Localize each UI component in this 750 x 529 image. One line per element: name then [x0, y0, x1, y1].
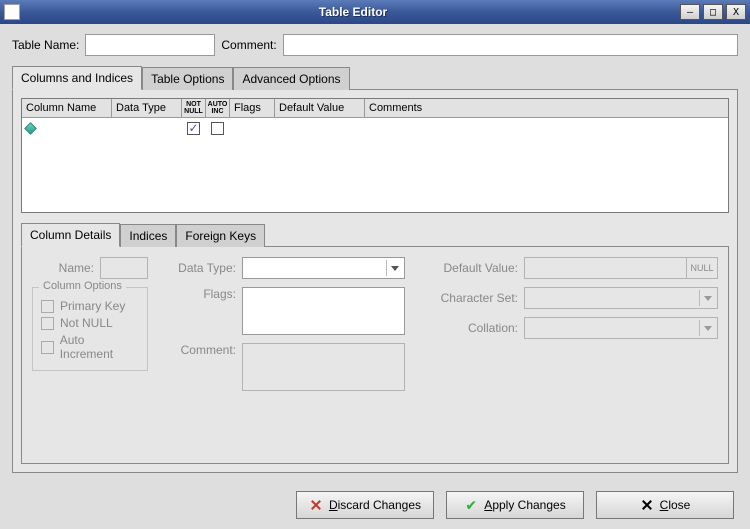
detail-datatype-combo[interactable] — [242, 257, 405, 279]
discard-changes-button[interactable]: Discard Changes — [296, 491, 434, 519]
table-row[interactable] — [22, 118, 728, 138]
comment-label: Comment: — [221, 38, 276, 52]
col-header-name[interactable]: Column Name — [22, 99, 112, 117]
app-icon — [4, 4, 20, 20]
detail-flags-label: Flags: — [166, 287, 236, 301]
sub-tabs: Column Details Indices Foreign Keys — [21, 223, 729, 247]
main-panel: Column Name Data Type NOTNULL AUTOINC Fl… — [12, 89, 738, 473]
detail-default-input — [524, 257, 687, 279]
col-header-comments[interactable]: Comments — [365, 99, 728, 117]
discard-mnemonic: D — [329, 498, 338, 512]
detail-collation-label: Collation: — [423, 321, 518, 335]
tab-table-options[interactable]: Table Options — [142, 67, 233, 90]
detail-datatype-label: Data Type: — [166, 261, 236, 275]
primary-key-label: Primary Key — [60, 299, 125, 313]
tab-column-details[interactable]: Column Details — [21, 223, 120, 247]
chevron-down-icon — [699, 290, 715, 306]
new-row-icon — [24, 122, 37, 135]
tab-indices[interactable]: Indices — [120, 224, 176, 247]
apply-changes-button[interactable]: ✔ Apply Changes — [446, 491, 584, 519]
not-null-checkbox — [41, 317, 54, 330]
col-header-autoinc[interactable]: AUTOINC — [206, 99, 230, 117]
table-comment-input[interactable] — [283, 34, 738, 56]
table-name-label: Table Name: — [12, 38, 79, 52]
col-header-notnull[interactable]: NOTNULL — [182, 99, 206, 117]
title-bar: Table Editor – □ X — [0, 0, 750, 24]
detail-charset-combo — [524, 287, 718, 309]
tab-advanced-options[interactable]: Advanced Options — [233, 67, 349, 90]
col-header-datatype[interactable]: Data Type — [112, 99, 182, 117]
window-title: Table Editor — [26, 5, 680, 19]
chevron-down-icon — [386, 260, 402, 276]
primary-key-checkbox — [41, 300, 54, 313]
detail-comment-box — [242, 343, 405, 391]
null-button: NULL — [686, 257, 718, 279]
detail-collation-combo — [524, 317, 718, 339]
apply-icon: ✔ — [464, 498, 478, 512]
auto-increment-label: Auto Increment — [60, 333, 139, 361]
detail-name-label: Name: — [32, 261, 94, 275]
close-button[interactable]: Close — [596, 491, 734, 519]
col-header-flags[interactable]: Flags — [230, 99, 275, 117]
auto-increment-checkbox — [41, 341, 54, 354]
detail-charset-label: Character Set: — [423, 291, 518, 305]
column-details-panel: Name: Column Options Primary Key Not NUL… — [21, 246, 729, 464]
row-notnull-checkbox[interactable] — [187, 122, 200, 135]
detail-default-label: Default Value: — [423, 261, 518, 275]
row-autoinc-checkbox[interactable] — [211, 122, 224, 135]
column-options-group: Column Options Primary Key Not NULL Auto… — [32, 287, 148, 371]
table-name-input[interactable] — [85, 34, 215, 56]
detail-flags-box[interactable] — [242, 287, 405, 335]
action-buttons: Discard Changes ✔ Apply Changes Close — [12, 481, 738, 519]
chevron-down-icon — [699, 320, 715, 336]
not-null-label: Not NULL — [60, 316, 113, 330]
tab-columns-indices[interactable]: Columns and Indices — [12, 66, 142, 90]
columns-grid[interactable]: Column Name Data Type NOTNULL AUTOINC Fl… — [21, 98, 729, 213]
col-header-default[interactable]: Default Value — [275, 99, 365, 117]
column-options-legend: Column Options — [39, 280, 126, 292]
maximize-button[interactable]: □ — [703, 4, 723, 20]
main-tabs: Columns and Indices Table Options Advanc… — [12, 66, 738, 90]
close-icon — [640, 498, 654, 512]
minimize-button[interactable]: – — [680, 4, 700, 20]
detail-name-input — [100, 257, 148, 279]
detail-comment-label: Comment: — [166, 343, 236, 357]
close-window-button[interactable]: X — [726, 4, 746, 20]
tab-foreign-keys[interactable]: Foreign Keys — [176, 224, 265, 247]
discard-icon — [309, 498, 323, 512]
